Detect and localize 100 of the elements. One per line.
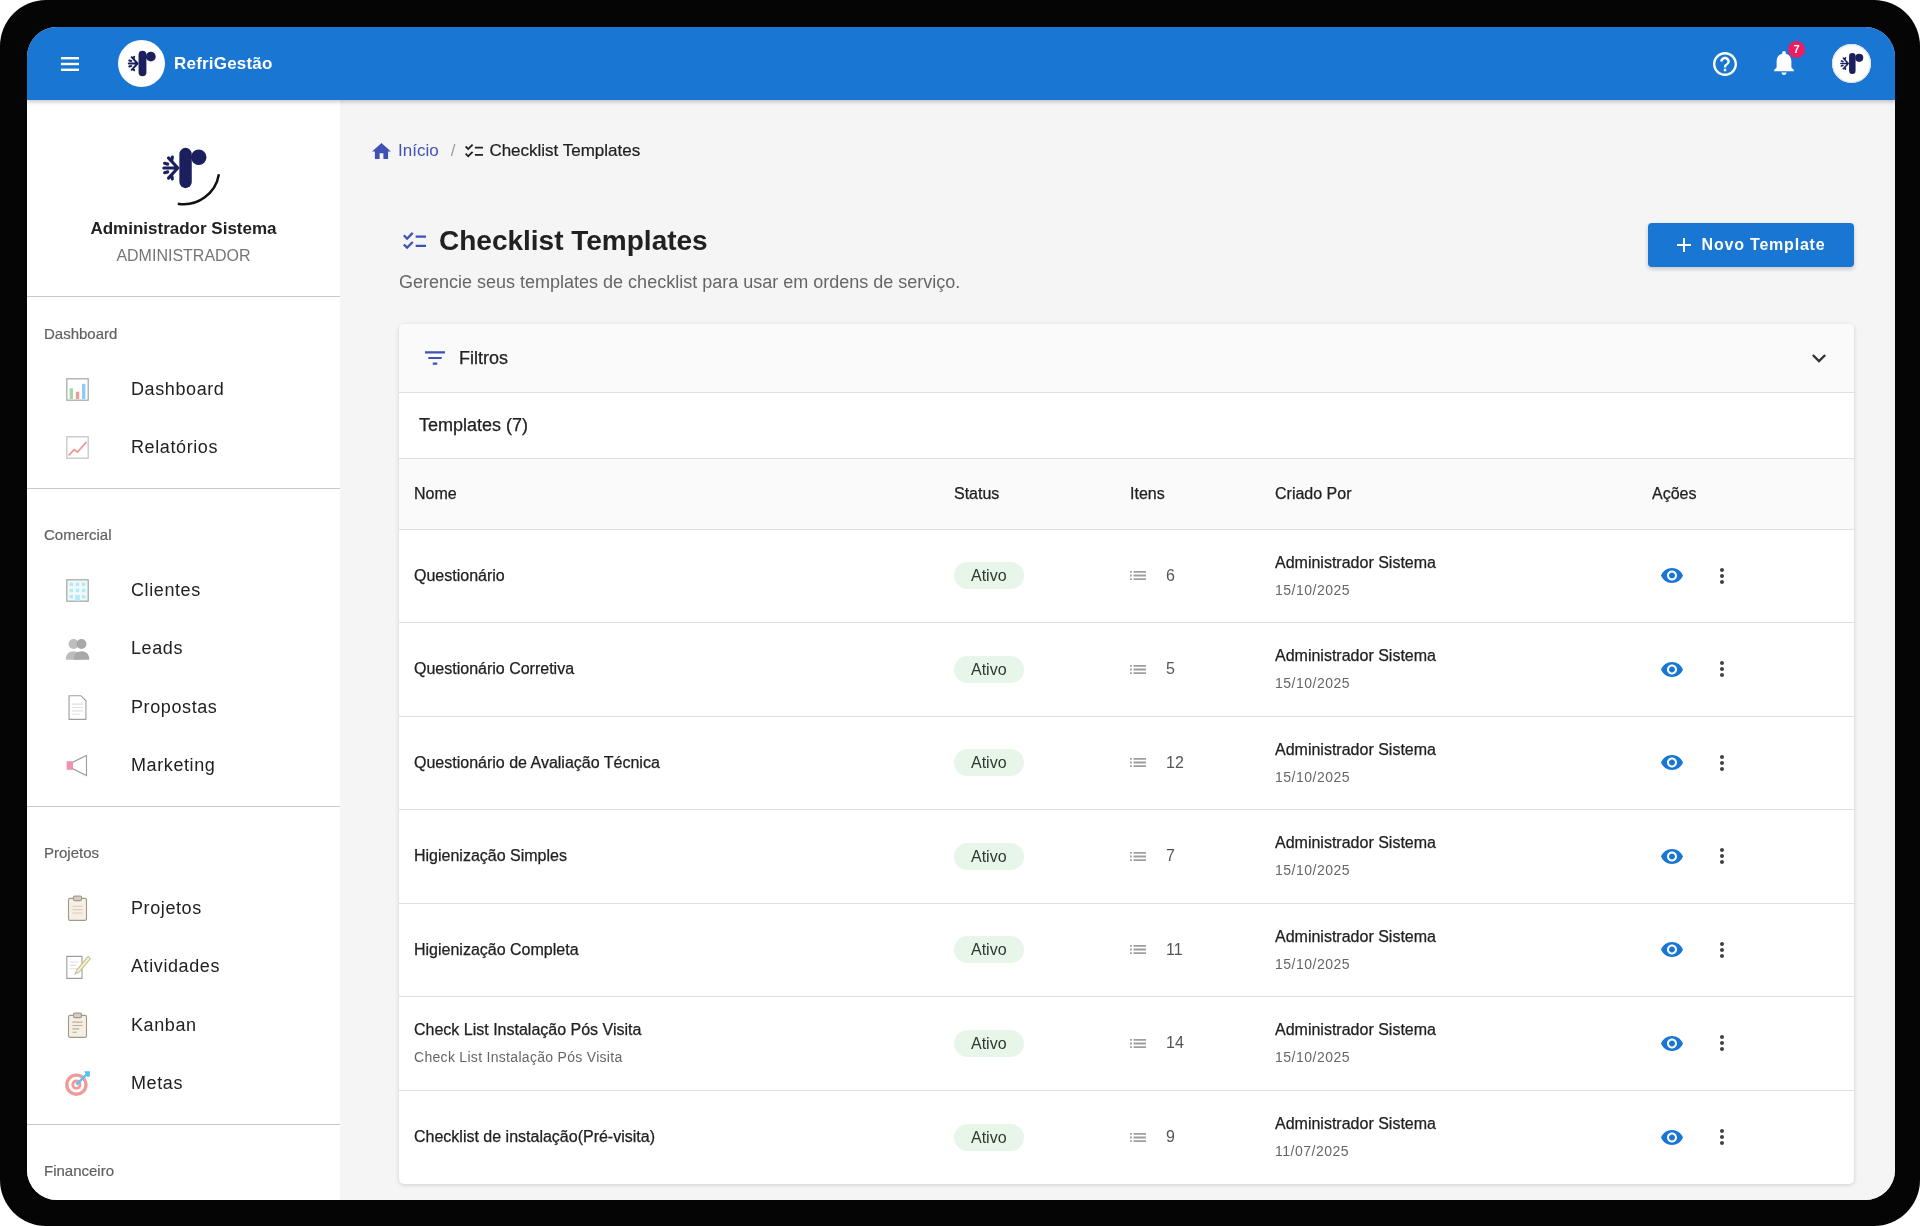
column-header: Ações <box>1637 459 1854 529</box>
column-header: Itens <box>1115 459 1260 529</box>
template-description: Check List Instalação Pós Visita <box>414 1048 624 1068</box>
creator-name: Administrador Sistema <box>1275 1114 1437 1134</box>
list-icon <box>1130 1132 1146 1142</box>
template-name: Questionário de Avaliação Técnica <box>414 752 661 773</box>
column-header: Criado Por <box>1260 459 1637 529</box>
checklist-icon <box>403 232 426 250</box>
section-heading: Dashboard <box>43 324 119 344</box>
created-date: 15/10/2025 <box>1275 1048 1352 1068</box>
sidebar-item[interactable]: Metas <box>27 1054 340 1113</box>
more-vertical-icon <box>1720 1035 1724 1052</box>
creator-name: Administrador Sistema <box>1275 646 1437 667</box>
created-date: 11/07/2025 <box>1275 1142 1351 1161</box>
sidebar-item[interactable]: Leads <box>27 619 340 678</box>
created-date: 15/10/2025 <box>1275 954 1352 974</box>
target-icon <box>64 1070 91 1097</box>
template-name: Questionário Corretiva <box>414 659 576 680</box>
sidebar-item[interactable]: Projetos <box>27 878 340 938</box>
template-name: Checklist de instalação(Pré-visita) <box>414 1127 656 1147</box>
home-icon <box>372 143 391 159</box>
sidebar-item[interactable]: Marketing <box>27 736 340 795</box>
list-icon <box>1130 851 1146 861</box>
created-date: 15/10/2025 <box>1275 580 1352 600</box>
created-date: 15/10/2025 <box>1275 861 1352 881</box>
template-name: Questionário <box>414 565 506 586</box>
page-subtitle: Gerencie seus templates de checklist para usar em ordens de serviço. <box>399 271 961 294</box>
filters-toggle[interactable]: Filtros <box>399 324 1854 393</box>
creator-name: Administrador Sistema <box>1275 1020 1437 1041</box>
template-name: Check List Instalação Pós Visita <box>414 1020 643 1041</box>
sidebar-item[interactable]: Dashboard <box>27 359 340 419</box>
logo-icon <box>1832 44 1871 83</box>
eye-icon <box>1661 1035 1683 1051</box>
status-badge: Ativo <box>954 936 1024 964</box>
menu-icon <box>61 56 79 71</box>
help-icon <box>1713 51 1737 76</box>
logo-icon <box>118 40 165 87</box>
notification-count: 7 <box>1788 41 1805 58</box>
created-date: 15/10/2025 <box>1275 674 1352 694</box>
list-icon <box>1130 758 1146 768</box>
item-count: 6 <box>1166 565 1175 586</box>
creator-name: Administrador Sistema <box>1275 926 1437 947</box>
status-badge: Ativo <box>954 655 1024 683</box>
line-chart-icon <box>64 434 91 461</box>
user-role: ADMINISTRADOR <box>116 246 251 266</box>
brand-name: RefriGestão <box>174 52 273 75</box>
created-date: 15/10/2025 <box>1275 767 1352 787</box>
item-count: 9 <box>1166 1127 1175 1147</box>
creator-name: Administrador Sistema <box>1275 739 1437 760</box>
more-vertical-icon <box>1720 754 1724 771</box>
add-icon <box>1676 238 1691 252</box>
more-vertical-icon <box>1720 848 1724 865</box>
breadcrumb-link[interactable]: Início <box>372 138 439 164</box>
list-icon <box>1130 571 1146 581</box>
user-name: Administrador Sistema <box>90 218 277 240</box>
template-name: Higienização Completa <box>414 939 580 960</box>
template-name: Higienização Simples <box>414 846 568 867</box>
status-badge: Ativo <box>954 1123 1024 1151</box>
more-vertical-icon <box>1720 661 1724 678</box>
breadcrumb-separator: / <box>450 140 456 163</box>
sidebar-item[interactable]: Clientes <box>27 560 340 620</box>
eye-icon <box>1661 661 1683 677</box>
creator-name: Administrador Sistema <box>1275 552 1437 573</box>
filter-icon <box>425 351 445 365</box>
eye-icon <box>1661 848 1683 864</box>
new-template-button[interactable]: Novo Template <box>1648 223 1854 267</box>
section-heading: Financeiro <box>43 1161 116 1181</box>
checklist-icon <box>465 144 484 158</box>
eye-icon <box>1661 1129 1683 1145</box>
list-icon <box>1130 1038 1146 1048</box>
status-badge: Ativo <box>954 562 1024 590</box>
creator-name: Administrador Sistema <box>1275 833 1437 854</box>
page-title: Checklist Templates <box>439 224 708 258</box>
status-badge: Ativo <box>954 749 1024 777</box>
status-badge: Ativo <box>954 842 1024 870</box>
sidebar-item[interactable]: Propostas <box>27 677 340 737</box>
eye-icon <box>1661 568 1683 584</box>
sidebar-item[interactable]: Relatórios <box>27 418 340 477</box>
breadcrumb-current: Checklist Templates <box>489 140 641 163</box>
user-avatar[interactable] <box>1832 44 1871 83</box>
bar-chart-icon <box>64 375 91 403</box>
item-count: 14 <box>1166 1033 1184 1054</box>
list-icon <box>1130 945 1146 955</box>
status-badge: Ativo <box>954 1029 1024 1057</box>
column-header: Status <box>939 459 1115 529</box>
more-vertical-icon <box>1720 1129 1724 1145</box>
eye-icon <box>1661 942 1683 958</box>
bell-icon <box>1774 51 1794 75</box>
item-count: 5 <box>1166 659 1175 680</box>
column-header: Nome <box>399 459 939 529</box>
sidebar-item[interactable]: Atividades <box>27 937 340 996</box>
item-count: 11 <box>1166 939 1183 960</box>
section-heading: Projetos <box>43 843 101 863</box>
list-icon <box>1130 664 1146 674</box>
more-vertical-icon <box>1720 567 1724 584</box>
item-count: 7 <box>1166 846 1175 867</box>
note-pencil-icon <box>64 953 91 980</box>
sidebar-item[interactable]: Kanban <box>27 995 340 1055</box>
item-count: 12 <box>1166 752 1184 773</box>
building-icon <box>64 576 91 604</box>
